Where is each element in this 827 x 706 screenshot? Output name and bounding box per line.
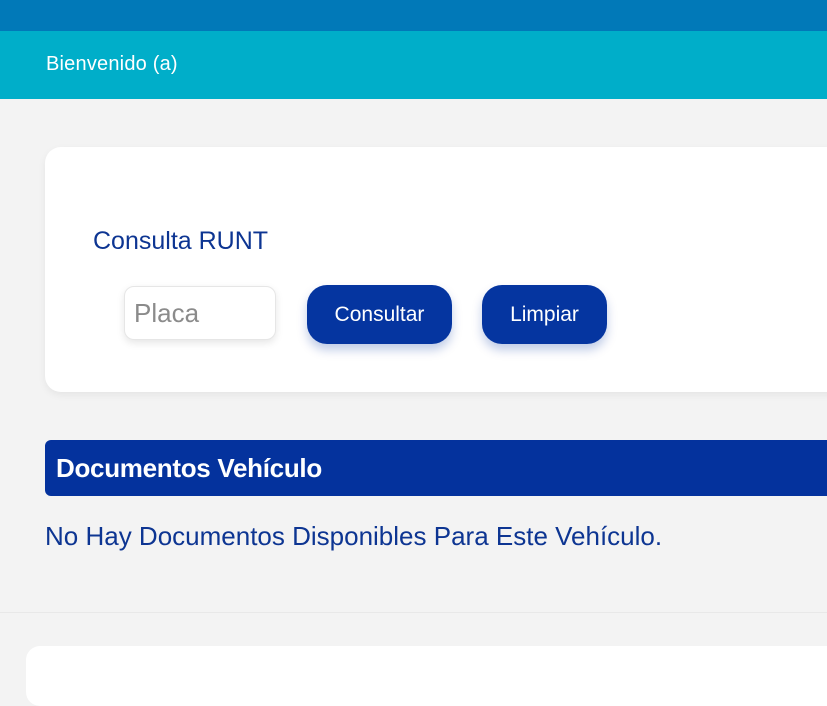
runt-query-title: Consulta RUNT bbox=[93, 227, 269, 255]
clear-button[interactable]: Limpiar bbox=[482, 285, 607, 344]
welcome-text: Bienvenido (a) bbox=[46, 53, 178, 75]
no-documents-message: No Hay Documentos Disponibles Para Este … bbox=[45, 521, 663, 551]
top-bar bbox=[0, 0, 827, 31]
consult-button[interactable]: Consultar bbox=[307, 285, 452, 344]
welcome-bar: Bienvenido (a) bbox=[0, 31, 827, 99]
section-divider bbox=[0, 612, 827, 613]
bottom-card bbox=[26, 646, 827, 706]
vehicle-documents-header: Documentos Vehículo bbox=[45, 440, 827, 496]
plate-input[interactable] bbox=[124, 286, 276, 340]
runt-query-card: Consulta RUNT Consultar Limpiar bbox=[45, 147, 827, 392]
vehicle-documents-title: Documentos Vehículo bbox=[56, 453, 322, 483]
